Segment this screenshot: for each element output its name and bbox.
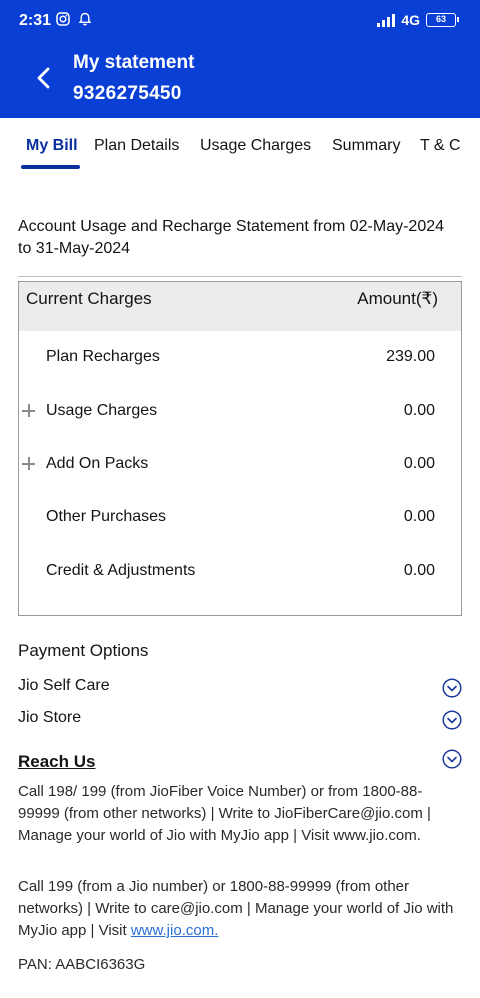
amount-header-label: Amount(₹) bbox=[357, 289, 438, 308]
charge-label: Other Purchases bbox=[46, 508, 167, 525]
option-jio-store[interactable]: Jio Store bbox=[18, 709, 81, 727]
charge-row-add-on-packs[interactable]: Add On Packs 0.00 bbox=[19, 455, 461, 485]
jiofiber-contact-text: Call 198/ 199 (from JioFiber Voice Numbe… bbox=[18, 783, 431, 844]
charge-row-usage-charges[interactable]: Usage Charges 0.00 bbox=[19, 402, 461, 432]
instagram-icon bbox=[56, 12, 70, 26]
charge-row-credit-adjustments: Credit & Adjustments 0.00 bbox=[19, 562, 461, 592]
chevron-down-circle-icon[interactable] bbox=[442, 710, 462, 730]
jio-website-link[interactable]: www.jio.com. bbox=[131, 922, 219, 939]
page-title: My statement bbox=[73, 52, 195, 73]
charge-value: 0.00 bbox=[403, 455, 435, 472]
chevron-down-circle-icon[interactable] bbox=[442, 749, 462, 769]
tab-bar: My Bill Plan Details Usage Charges Summa… bbox=[0, 118, 480, 170]
status-notification-icons bbox=[56, 12, 92, 26]
charges-header-label: Current Charges bbox=[26, 289, 152, 308]
charge-row-plan-recharges: Plan Recharges 239.00 bbox=[19, 348, 461, 378]
battery-level: 63 bbox=[435, 14, 446, 24]
option-jio-self-care[interactable]: Jio Self Care bbox=[18, 677, 110, 695]
expand-plus-icon[interactable] bbox=[22, 404, 35, 417]
charge-value: 0.00 bbox=[403, 402, 435, 419]
signal-icon bbox=[377, 13, 396, 27]
chevron-down-circle-icon[interactable] bbox=[442, 678, 462, 698]
statement-title: Account Usage and Recharge Statement fro… bbox=[18, 218, 445, 257]
app-header: 2:31 4G 63 My statement 9326275450 bbox=[0, 0, 480, 118]
status-right-group: 4G 63 bbox=[377, 12, 459, 28]
back-button[interactable] bbox=[28, 62, 60, 94]
tab-usage-charges[interactable]: Usage Charges bbox=[200, 137, 311, 155]
battery-icon: 63 bbox=[426, 13, 459, 27]
payment-options-title: Payment Options bbox=[18, 641, 149, 660]
charge-value: 0.00 bbox=[403, 508, 435, 525]
charges-table-header: Current Charges Amount(₹) bbox=[19, 282, 461, 331]
tab-plan-details[interactable]: Plan Details bbox=[94, 137, 179, 155]
tab-summary[interactable]: Summary bbox=[332, 137, 400, 155]
expand-plus-icon[interactable] bbox=[22, 457, 35, 470]
charge-label: Usage Charges bbox=[46, 402, 158, 419]
arrow-left-icon bbox=[37, 67, 50, 89]
current-charges-table: Current Charges Amount(₹) Plan Recharges… bbox=[18, 281, 462, 616]
jio-contact-text: Call 199 (from a Jio number) or 1800-88-… bbox=[18, 876, 458, 942]
charge-label: Plan Recharges bbox=[46, 348, 160, 365]
account-number: 9326275450 bbox=[73, 83, 182, 104]
active-tab-indicator bbox=[21, 165, 80, 169]
reach-us-heading[interactable]: Reach Us bbox=[18, 752, 95, 772]
tab-my-bill[interactable]: My Bill bbox=[26, 137, 78, 155]
tab-terms[interactable]: T & C bbox=[420, 137, 461, 155]
charge-label: Add On Packs bbox=[46, 455, 149, 472]
charge-label: Credit & Adjustments bbox=[46, 562, 196, 579]
jio-contact-body: Call 199 (from a Jio number) or 1800-88-… bbox=[18, 878, 454, 939]
status-time: 2:31 bbox=[19, 12, 52, 29]
network-type: 4G bbox=[401, 12, 420, 28]
charge-row-other-purchases: Other Purchases 0.00 bbox=[19, 508, 461, 538]
pan-number: PAN: AABCI6363G bbox=[18, 956, 146, 973]
divider bbox=[18, 276, 462, 277]
bell-icon bbox=[78, 12, 92, 26]
charge-value: 0.00 bbox=[403, 562, 435, 579]
charge-value: 239.00 bbox=[386, 348, 435, 365]
